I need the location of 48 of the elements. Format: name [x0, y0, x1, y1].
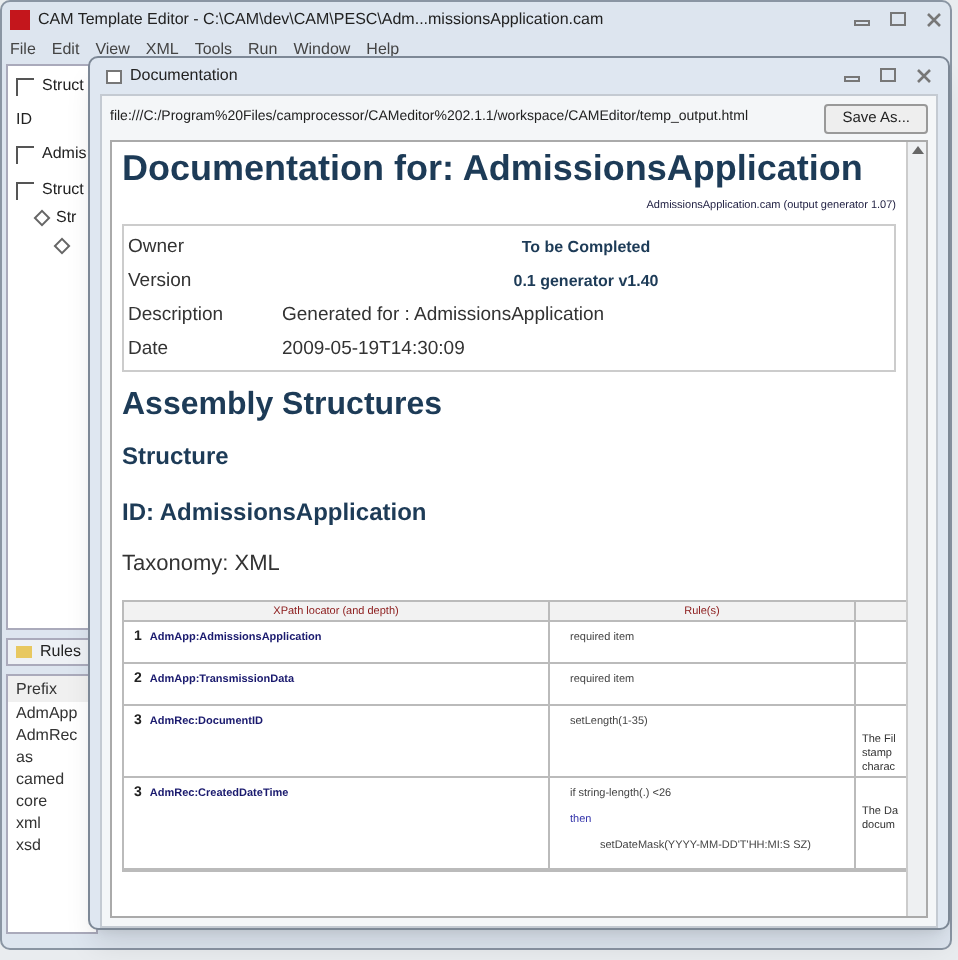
prefix-cell-text: core: [14, 790, 50, 812]
tree-item[interactable]: Struct: [42, 178, 84, 202]
info-value: Generated for : AdmissionsApplication: [282, 301, 607, 330]
menu-item[interactable]: File: [10, 38, 36, 60]
info-label: Date: [128, 335, 171, 364]
subsection-heading: Structure: [122, 440, 231, 475]
document-icon: [106, 69, 122, 83]
menu-item[interactable]: Run: [248, 38, 278, 60]
maximize-icon[interactable]: [880, 68, 896, 82]
minimize-icon[interactable]: [854, 20, 870, 26]
info-label: Owner: [128, 233, 186, 262]
section-heading: Assembly Structures: [122, 386, 445, 427]
prefix-cell-text: xsd: [14, 834, 43, 856]
close-icon[interactable]: [916, 68, 932, 84]
page-heading: Documentation for: AdmissionsApplication: [122, 146, 865, 190]
node-icon: [33, 209, 51, 227]
prefix-cell-text: camed: [14, 768, 67, 790]
id-heading: ID: AdmissionsApplication: [122, 496, 429, 531]
folder-icon: [16, 646, 32, 658]
prefix-cell-text: xml: [14, 812, 43, 834]
scrollbar[interactable]: [906, 142, 926, 916]
info-label: Description: [128, 301, 226, 330]
window-title: CAM Template Editor - C:\CAM\dev\CAM\PESC\Adm...missionsApplication.cam: [38, 8, 604, 32]
scroll-up-icon[interactable]: [911, 146, 923, 154]
menu-item[interactable]: Edit: [51, 38, 80, 60]
taxonomy-text: Taxonomy: XML: [122, 550, 282, 581]
node-icon: [53, 237, 71, 255]
maximize-icon[interactable]: [890, 12, 906, 26]
close-icon[interactable]: [926, 12, 942, 28]
menu-item[interactable]: Tools: [194, 38, 233, 60]
menu-item[interactable]: Window: [293, 38, 351, 60]
prefix-cell-text: AdmRec: [14, 724, 80, 746]
info-value: 0.1 generator v1.40: [511, 269, 661, 294]
menu-item[interactable]: View: [95, 38, 130, 60]
info-value: To be Completed: [519, 235, 653, 260]
menu-item[interactable]: Help: [366, 38, 400, 60]
prefix-cell-text: AdmApp: [14, 702, 80, 724]
dialog-title: Documentation: [130, 64, 238, 88]
panel-label: Struct: [42, 74, 84, 98]
info-value: 2009-05-19T14:30:09: [282, 335, 467, 364]
app-logo-icon: [10, 10, 30, 30]
panel-label: Admis: [42, 142, 87, 166]
prefix-cell-text: as: [14, 746, 35, 768]
minimize-icon[interactable]: [844, 76, 860, 82]
menu-item[interactable]: XML: [145, 38, 179, 60]
info-label: Version: [128, 267, 194, 296]
tree-item[interactable]: Str: [56, 206, 77, 230]
panel-label: ID: [16, 108, 32, 132]
